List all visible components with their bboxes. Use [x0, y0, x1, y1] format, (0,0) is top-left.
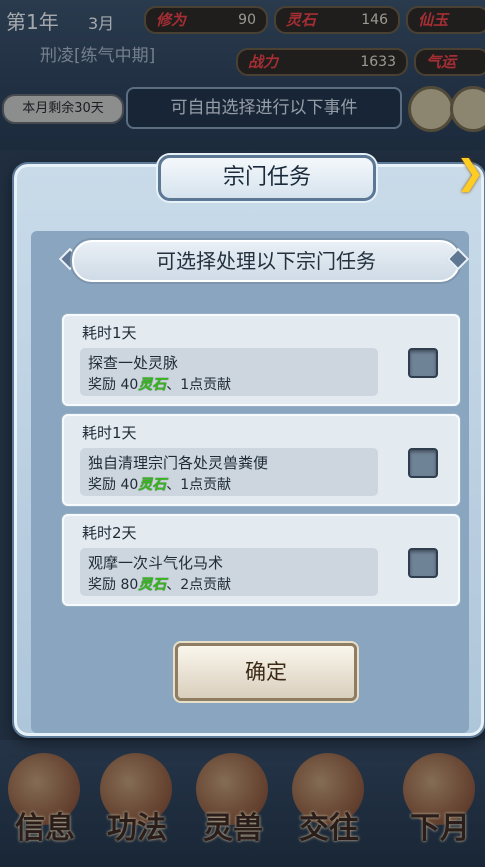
reward-contribution: 、1点贡献: [166, 377, 232, 393]
dialog-subtitle: 可选择处理以下宗门任务: [72, 240, 460, 282]
task-name: 观摩一次斗气化马术: [88, 554, 224, 572]
task-reward: 奖励 40灵石、1点贡献: [88, 474, 231, 494]
task-duration: 耗时1天: [82, 324, 137, 342]
reward-amount: 奖励 80: [88, 577, 139, 593]
sect-task-dialog: 宗门任务 ❯ 可选择处理以下宗门任务 耗时1天 探查一处灵脉 奖励 40灵石、1…: [10, 150, 485, 736]
task-reward: 奖励 40灵石、1点贡献: [88, 374, 231, 394]
task-checkbox[interactable]: [408, 548, 438, 578]
task-reward: 奖励 80灵石、2点贡献: [88, 574, 231, 594]
task-duration: 耗时1天: [82, 424, 137, 442]
close-icon[interactable]: ❯: [456, 154, 485, 192]
task-item[interactable]: 耗时1天 探查一处灵脉 奖励 40灵石、1点贡献: [62, 314, 460, 406]
task-item[interactable]: 耗时2天 观摩一次斗气化马术 奖励 80灵石、2点贡献: [62, 514, 460, 606]
reward-contribution: 、1点贡献: [166, 477, 232, 493]
task-checkbox[interactable]: [408, 348, 438, 378]
reward-amount: 奖励 40: [88, 477, 139, 493]
dialog-title: 宗门任务: [158, 155, 376, 201]
task-detail: 独自清理宗门各处灵兽粪便 奖励 40灵石、1点贡献: [80, 448, 378, 496]
task-name: 探查一处灵脉: [88, 354, 179, 372]
task-detail: 探查一处灵脉 奖励 40灵石、1点贡献: [80, 348, 378, 396]
spirit-stone-label: 灵石: [138, 377, 167, 393]
spirit-stone-label: 灵石: [138, 577, 167, 593]
reward-amount: 奖励 40: [88, 377, 139, 393]
task-duration: 耗时2天: [82, 524, 137, 542]
confirm-button[interactable]: 确定: [175, 643, 357, 701]
task-name: 独自清理宗门各处灵兽粪便: [88, 454, 269, 472]
reward-contribution: 、2点贡献: [166, 577, 232, 593]
spirit-stone-label: 灵石: [138, 477, 167, 493]
task-item[interactable]: 耗时1天 独自清理宗门各处灵兽粪便 奖励 40灵石、1点贡献: [62, 414, 460, 506]
task-checkbox[interactable]: [408, 448, 438, 478]
task-detail: 观摩一次斗气化马术 奖励 80灵石、2点贡献: [80, 548, 378, 596]
